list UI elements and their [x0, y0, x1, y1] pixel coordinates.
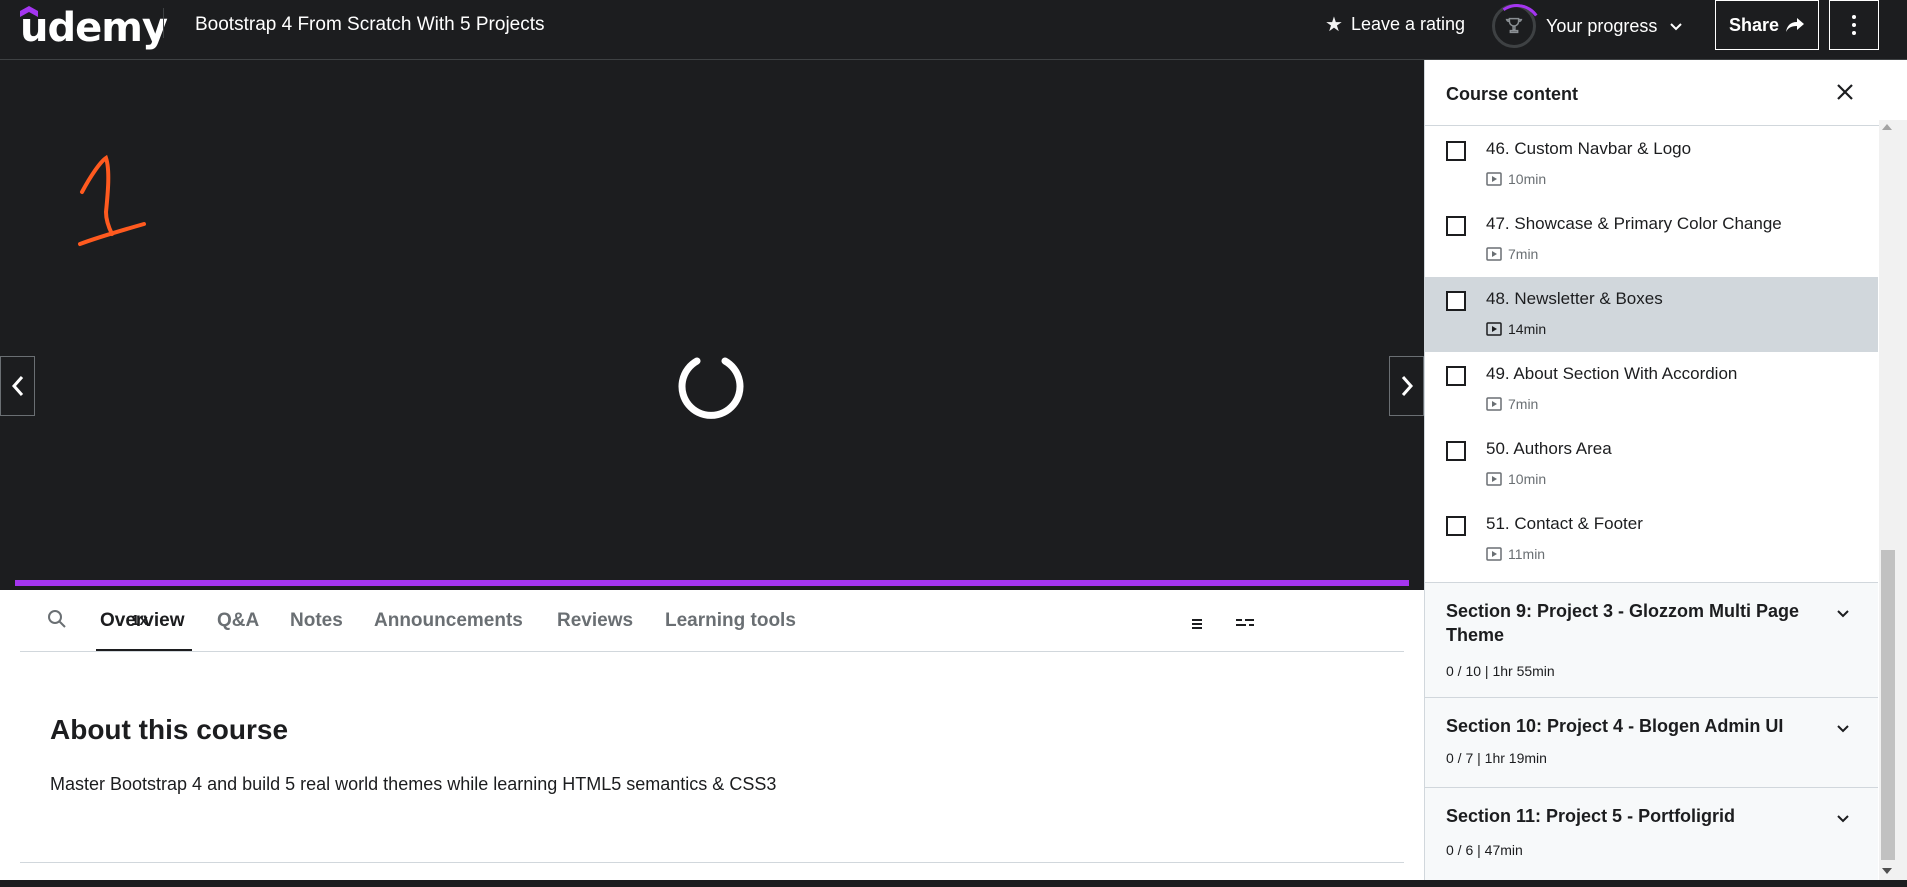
divider	[20, 862, 1404, 863]
video-icon	[1486, 472, 1502, 486]
lecture-item[interactable]: 50. Authors Area 10min	[1425, 427, 1878, 502]
video-icon	[1486, 547, 1502, 561]
section-header[interactable]: Section 10: Project 4 - Blogen Admin UI …	[1425, 697, 1878, 787]
video-icon	[1486, 172, 1502, 186]
sidebar-title: Course content	[1446, 84, 1579, 104]
lecture-checkbox[interactable]	[1446, 291, 1466, 311]
section-meta: 0 / 7 | 1hr 19min	[1446, 750, 1547, 766]
close-icon[interactable]	[1835, 82, 1855, 102]
lecture-title: 51. Contact & Footer	[1486, 514, 1643, 533]
top-navbar: udemy Bootstrap 4 From Scratch With 5 Pr…	[0, 0, 1907, 60]
lecture-duration: 7min	[1508, 396, 1539, 412]
search-tab[interactable]	[46, 608, 68, 635]
section-header[interactable]: Section 9: Project 3 - Glozzom Multi Pag…	[1425, 582, 1878, 697]
chevron-left-icon	[11, 376, 23, 396]
lecture-duration: 7min	[1508, 246, 1539, 262]
playback-progress-bar[interactable]	[15, 580, 1409, 586]
section-meta: 0 / 10 | 1hr 55min	[1446, 663, 1555, 679]
share-button[interactable]: Share	[1715, 0, 1819, 50]
lecture-item-active[interactable]: 48. Newsletter & Boxes 14min	[1425, 277, 1878, 352]
about-description: Master Bootstrap 4 and build 5 real worl…	[50, 774, 777, 794]
progress-ring	[1492, 4, 1536, 48]
lecture-duration: 10min	[1508, 171, 1547, 187]
sidebar-header: Course content	[1425, 60, 1884, 126]
section-title: Section 9: Project 3 - Glozzom Multi Pag…	[1446, 601, 1800, 645]
section-title: Section 10: Project 4 - Blogen Admin UI	[1446, 716, 1784, 736]
loading-spinner-icon	[678, 357, 744, 419]
lecture-duration: 14min	[1508, 321, 1547, 337]
lecture-title: 47. Showcase & Primary Color Change	[1486, 214, 1782, 233]
tab-notes[interactable]: Notes	[290, 610, 343, 632]
tab-qa[interactable]: Q&A	[217, 610, 259, 632]
about-heading: About this course	[50, 714, 289, 745]
search-icon	[48, 610, 66, 628]
lecture-title: 50. Authors Area	[1486, 439, 1612, 458]
lecture-duration: 10min	[1508, 471, 1547, 487]
logo-hat-icon	[20, 6, 38, 17]
lecture-checkbox[interactable]	[1446, 216, 1466, 236]
lecture-meta: 14min	[1486, 321, 1546, 337]
lecture-checkbox[interactable]	[1446, 516, 1466, 536]
section-title: Section 11: Project 5 - Portfoligrid	[1446, 806, 1736, 826]
chevron-down-icon	[1837, 725, 1849, 733]
share-arrow-icon	[1786, 18, 1805, 32]
your-progress-button[interactable]: Your progress	[1492, 4, 1683, 48]
lecture-item[interactable]: 51. Contact & Footer 11min	[1425, 502, 1878, 577]
trophy-icon	[1505, 17, 1523, 34]
leave-rating-button[interactable]: ★ Leave a rating	[1325, 14, 1465, 35]
lecture-meta: 10min	[1486, 471, 1546, 487]
lecture-item[interactable]: 47. Showcase & Primary Color Change 7min	[1425, 202, 1878, 277]
video-player[interactable]: 1x 0:00 / 0:00	[0, 60, 1424, 633]
tab-learning-tools[interactable]: Learning tools	[665, 610, 796, 632]
udemy-logo[interactable]: udemy	[20, 4, 168, 52]
next-lecture-button[interactable]	[1389, 356, 1424, 416]
lecture-checkbox[interactable]	[1446, 441, 1466, 461]
scroll-down-arrow-icon[interactable]	[1882, 868, 1892, 874]
lecture-checkbox[interactable]	[1446, 141, 1466, 161]
lecture-title: 48. Newsletter & Boxes	[1486, 289, 1663, 308]
logo-text: udemy	[20, 5, 168, 51]
video-icon	[1486, 397, 1502, 411]
lecture-item[interactable]: 49. About Section With Accordion 7min	[1425, 352, 1878, 427]
course-content-sidebar: Course content 46. Custom Navbar & Logo …	[1424, 60, 1884, 880]
course-title[interactable]: Bootstrap 4 From Scratch With 5 Projects	[195, 14, 545, 36]
lecture-meta: 11min	[1486, 546, 1545, 562]
section-header[interactable]: Section 11: Project 5 - Portfoligrid 0 /…	[1425, 787, 1878, 880]
chevron-down-icon	[1837, 815, 1849, 823]
lecture-title: 46. Custom Navbar & Logo	[1486, 139, 1692, 158]
chevron-down-icon	[1837, 610, 1849, 618]
tab-overview[interactable]: Overview	[100, 610, 185, 632]
handwritten-annotation-icon	[78, 154, 146, 246]
taskbar-strip	[0, 880, 1907, 887]
lecture-meta: 7min	[1486, 396, 1538, 412]
share-label: Share	[1728, 14, 1780, 35]
active-tab-indicator	[96, 649, 192, 651]
leave-rating-label: Leave a rating	[1350, 14, 1466, 34]
more-vertical-icon	[1852, 13, 1856, 37]
lecture-meta: 7min	[1486, 246, 1538, 262]
lecture-title: 49. About Section With Accordion	[1486, 364, 1738, 383]
star-icon: ★	[1325, 13, 1343, 36]
scroll-up-arrow-icon[interactable]	[1882, 124, 1892, 130]
lecture-meta: 10min	[1486, 171, 1546, 187]
lecture-duration: 11min	[1508, 546, 1546, 562]
tab-announcements[interactable]: Announcements	[374, 610, 523, 632]
lecture-checkbox[interactable]	[1446, 366, 1466, 386]
video-icon	[1486, 247, 1502, 261]
chevron-down-icon	[1670, 23, 1683, 31]
lecture-item[interactable]: 46. Custom Navbar & Logo 10min	[1425, 127, 1878, 202]
course-tabs: Overview Q&A Notes Announcements Reviews…	[20, 590, 1404, 652]
tab-reviews[interactable]: Reviews	[557, 610, 633, 632]
video-icon	[1486, 322, 1502, 336]
about-section: About this course	[50, 714, 288, 746]
scrollbar-thumb[interactable]	[1881, 550, 1895, 860]
more-options-button[interactable]	[1829, 0, 1879, 50]
chevron-right-icon	[1401, 376, 1413, 396]
your-progress-label: Your progress	[1546, 15, 1658, 36]
section-meta: 0 / 6 | 47min	[1446, 842, 1523, 858]
sidebar-scrollbar[interactable]	[1879, 120, 1907, 880]
header-divider	[163, 8, 164, 38]
previous-lecture-button[interactable]	[0, 356, 35, 416]
